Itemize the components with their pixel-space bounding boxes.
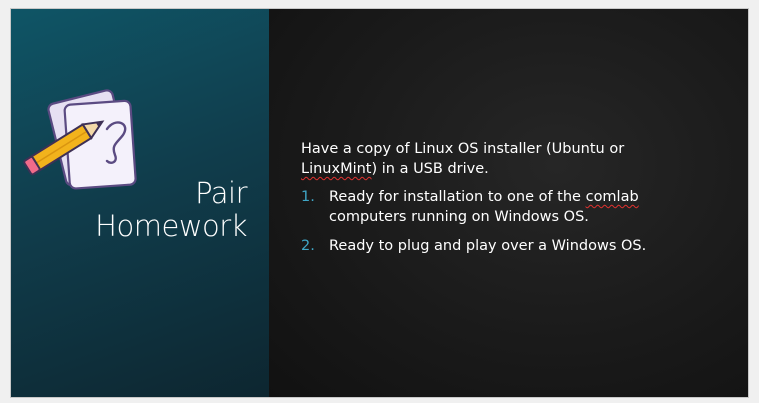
intro-text-1: Have a copy of Linux OS installer (Ubunt… xyxy=(301,141,625,157)
title-panel: Pair Homework xyxy=(11,9,269,397)
title-line-2: Homework xyxy=(95,209,247,243)
list-item-text-1: Ready for installation to one of the xyxy=(329,189,586,205)
presentation-canvas: Pair Homework Have a copy of Linux OS in… xyxy=(0,0,759,403)
slide-title: Pair Homework xyxy=(95,177,247,243)
list-number: 1. xyxy=(301,189,315,205)
slide-body[interactable]: Have a copy of Linux OS installer (Ubunt… xyxy=(301,139,681,265)
list-item: 1. Ready for installation to one of the … xyxy=(301,187,681,227)
list-item-text-2: computers running on Windows OS. xyxy=(329,209,589,225)
list-number: 2. xyxy=(301,238,315,254)
slide[interactable]: Pair Homework Have a copy of Linux OS in… xyxy=(11,9,748,397)
list-item: 2. Ready to plug and play over a Windows… xyxy=(301,236,681,256)
numbered-list: 1. Ready for installation to one of the … xyxy=(301,187,681,256)
spellcheck-word[interactable]: LinuxMint xyxy=(301,161,371,177)
spellcheck-word[interactable]: comlab xyxy=(586,189,639,205)
intro-text-2: ) in a USB drive. xyxy=(371,161,489,177)
title-line-1: Pair xyxy=(195,176,247,210)
intro-paragraph: Have a copy of Linux OS installer (Ubunt… xyxy=(301,139,681,179)
list-item-text: Ready to plug and play over a Windows OS… xyxy=(329,238,647,254)
content-panel: Have a copy of Linux OS installer (Ubunt… xyxy=(269,9,748,397)
